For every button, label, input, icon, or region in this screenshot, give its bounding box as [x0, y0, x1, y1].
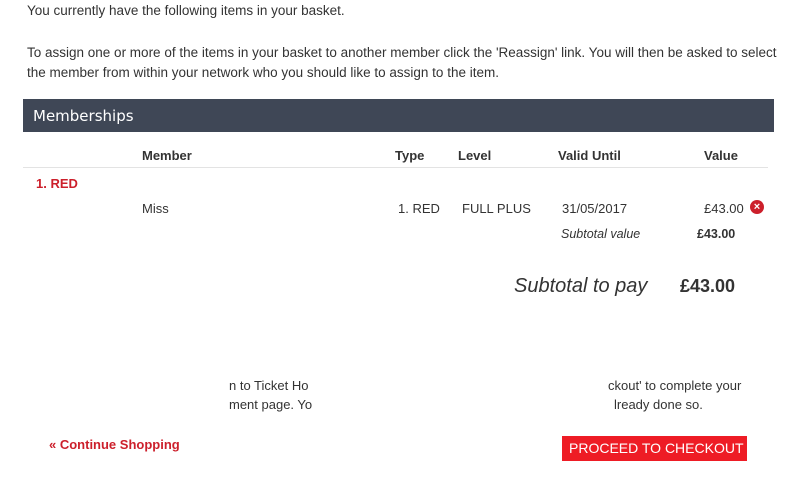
row-level: FULL PLUS: [462, 201, 531, 216]
row-type: 1. RED: [398, 201, 440, 216]
remove-icon[interactable]: ×: [750, 200, 764, 214]
memberships-header-bar: Memberships: [23, 99, 774, 132]
subtotal-label: Subtotal value: [561, 227, 641, 241]
notice-fragment-right-1: ckout' to complete your: [608, 378, 742, 393]
total-value: £43.00: [680, 276, 736, 296]
row-valid-until: 31/05/2017: [562, 201, 628, 216]
row-value: £43.00: [704, 201, 744, 216]
membership-group-title: 1. RED: [36, 176, 78, 191]
subtotal-value: £43.00: [697, 227, 736, 241]
total-label: Subtotal to pay: [514, 275, 648, 297]
notice-fragment-right-2: lready done so.: [614, 397, 703, 412]
row-member: Miss: [142, 201, 169, 216]
column-header-member: Member: [142, 148, 192, 163]
intro-text: You currently have the following items i…: [27, 3, 345, 18]
reassign-instructions: To assign one or more of the items in yo…: [27, 45, 777, 80]
column-header-level: Level: [458, 148, 492, 163]
notice-fragment-left-1: n to Ticket Ho: [229, 378, 309, 393]
section-title: Memberships: [33, 107, 134, 125]
header-divider: [23, 167, 768, 168]
column-header-type: Type: [395, 148, 425, 163]
notice-fragment-left-2: ment page. Yo: [229, 397, 313, 412]
proceed-to-checkout-button[interactable]: PROCEED TO CHECKOUT: [562, 436, 747, 461]
column-header-valid-until: Valid Until: [558, 148, 621, 163]
continue-shopping-link[interactable]: « Continue Shopping: [49, 437, 180, 452]
column-header-value: Value: [704, 148, 738, 163]
